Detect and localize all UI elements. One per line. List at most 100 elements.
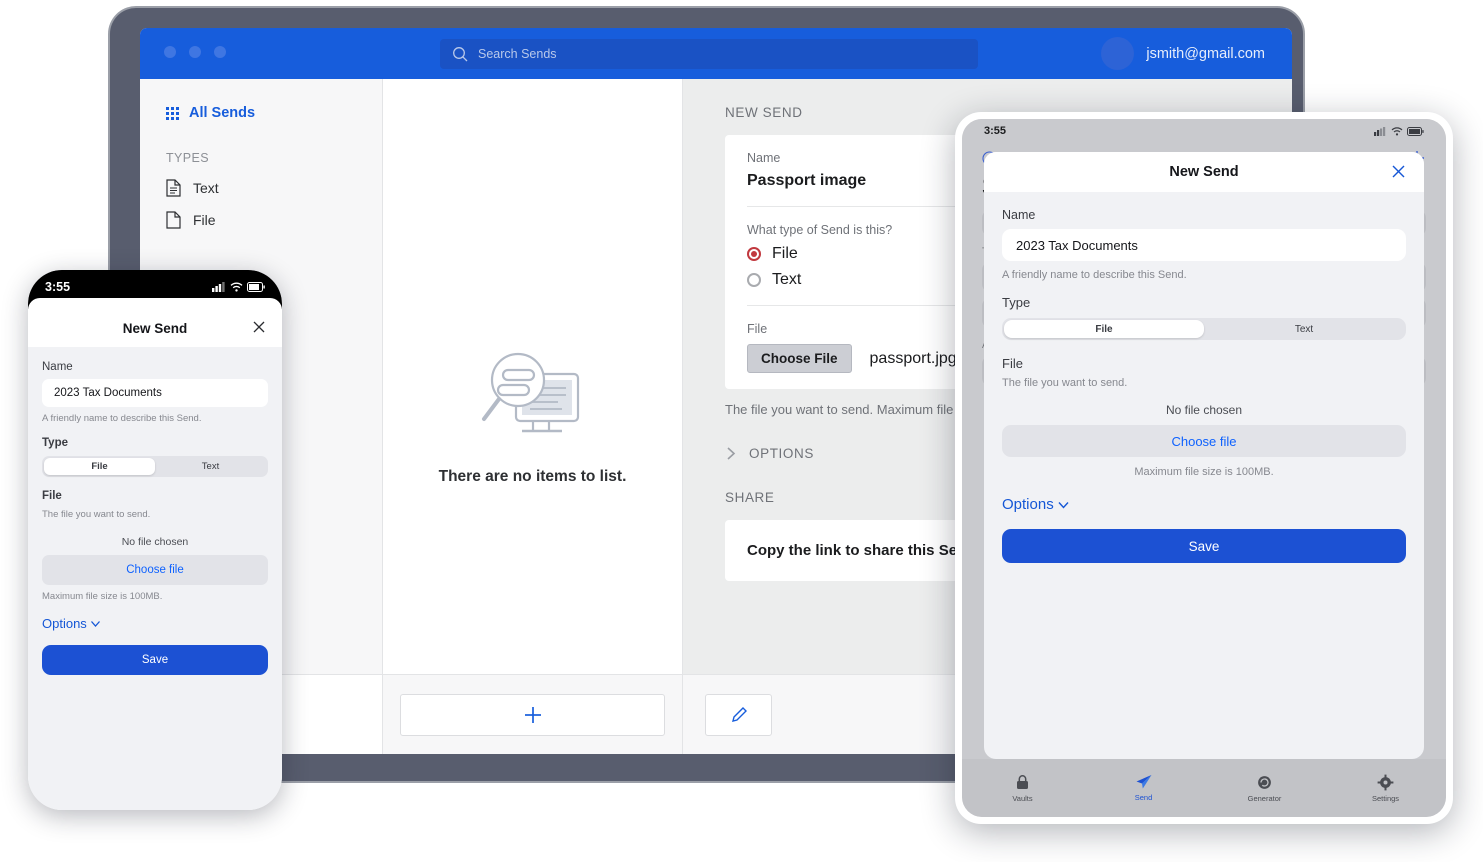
tablet-new-send-modal: New Send Name 2023 Tax Documents A frien… (984, 152, 1424, 759)
radio-file-label: File (772, 245, 798, 262)
tablet-type-segment-text[interactable]: Text (1204, 320, 1404, 338)
tablet-tab-label: Generator (1247, 793, 1282, 803)
account-email: jsmith@gmail.com (1146, 45, 1265, 62)
empty-state-message: There are no items to list. (438, 467, 627, 485)
tablet-name-helper: A friendly name to describe this Send. (1002, 269, 1187, 281)
phone-options-toggle[interactable]: Options (42, 616, 268, 631)
tablet-choose-file-button[interactable]: Choose file (1002, 425, 1406, 457)
wifi-icon (1391, 126, 1403, 135)
list-footer (383, 674, 682, 754)
tablet-screen: 3:55 New Send Name 2023 Tax Documents A … (962, 119, 1446, 817)
tablet-max-size-text: Maximum file size is 100MB. (1134, 466, 1274, 478)
radio-file-indicator (747, 247, 761, 261)
refresh-circle-icon (1258, 775, 1271, 789)
tablet-tab-generator[interactable]: Generator (1204, 774, 1325, 803)
avatar (1101, 37, 1135, 70)
text-file-icon (166, 179, 181, 197)
empty-state-illustration (482, 352, 580, 432)
sidebar-item-label: File (193, 212, 216, 228)
tablet-name-input[interactable]: 2023 Tax Documents (1002, 229, 1406, 261)
battery-icon (247, 281, 265, 292)
phone-options-label: Options (42, 616, 87, 631)
cellular-signal-icon (212, 281, 225, 292)
sidebar-item-all-sends[interactable]: All Sends (140, 105, 382, 121)
phone-modal-title: New Send (122, 320, 188, 336)
tablet-tab-label: Vaults (1012, 793, 1033, 803)
chevron-down-icon (90, 621, 100, 627)
tablet-tab-label: Settings (1371, 793, 1400, 803)
lock-icon (1017, 774, 1028, 789)
radio-text-indicator (747, 273, 761, 287)
tablet-file-helper: The file you want to send. (1002, 377, 1128, 389)
tablet-type-segment-file[interactable]: File (1004, 320, 1204, 338)
tablet-status-bar: 3:55 (962, 119, 1446, 143)
choose-file-button[interactable]: Choose File (747, 344, 852, 373)
tablet-tab-bar: Vaults Send Generator Settings (962, 759, 1446, 817)
tablet-type-segmented-control[interactable]: File Text (1002, 318, 1406, 340)
tablet-device-frame: 3:55 New Send Name 2023 Tax Documents A … (955, 112, 1453, 824)
tablet-tab-settings[interactable]: Settings (1325, 774, 1446, 803)
account-menu[interactable]: jsmith@gmail.com (1101, 37, 1265, 70)
phone-modal-header: New Send (28, 309, 282, 347)
chevron-right-icon (727, 447, 736, 460)
phone-save-button[interactable]: Save (42, 645, 268, 675)
phone-file-helper: The file you want to send. (42, 509, 151, 520)
tablet-modal-body: Name 2023 Tax Documents A friendly name … (984, 192, 1424, 563)
chevron-down-icon (1058, 502, 1069, 509)
sidebar-item-file[interactable]: File (140, 211, 382, 229)
tablet-close-button[interactable] (1391, 164, 1406, 184)
phone-status-indicators (212, 281, 265, 292)
maximize-window-dot[interactable] (214, 46, 226, 58)
tablet-no-file-text: No file chosen (1165, 403, 1243, 417)
phone-no-file-text: No file chosen (121, 536, 189, 548)
pencil-icon (731, 706, 747, 722)
plus-icon (524, 706, 541, 723)
phone-status-time: 3:55 (45, 279, 71, 294)
sidebar-item-label: All Sends (189, 105, 256, 121)
phone-device-frame: 3:55 New Send Name 2023 Tax Documents A … (28, 270, 282, 810)
edit-send-button[interactable] (705, 693, 772, 736)
phone-close-button[interactable] (252, 320, 266, 339)
search-icon (453, 46, 468, 61)
sidebar-item-label: Text (193, 180, 219, 196)
phone-choose-file-button[interactable]: Choose file (42, 555, 268, 585)
chosen-file-name: passport.jpg (869, 349, 957, 367)
phone-name-input[interactable]: 2023 Tax Documents (42, 379, 268, 407)
gear-icon (1377, 774, 1394, 790)
tablet-options-toggle[interactable]: Options (1002, 496, 1406, 513)
tablet-tab-vaults[interactable]: Vaults (962, 774, 1083, 803)
paper-plane-icon (1136, 775, 1151, 789)
window-traffic-lights[interactable] (164, 46, 226, 58)
screenshot-stage: Search Sends jsmith@gmail.com All Sends … (0, 0, 1483, 862)
wifi-icon (230, 282, 243, 292)
phone-modal-body: Name 2023 Tax Documents A friendly name … (28, 347, 282, 810)
tablet-modal-title: New Send (1169, 164, 1239, 180)
phone-type-segmented-control[interactable]: File Text (42, 456, 268, 477)
search-placeholder: Search Sends (478, 47, 557, 61)
tablet-modal-header: New Send (984, 152, 1424, 192)
tablet-save-button[interactable]: Save (1002, 529, 1406, 563)
tablet-status-indicators (1374, 126, 1424, 136)
phone-file-label: File (42, 490, 62, 502)
radio-text-label: Text (772, 271, 802, 288)
phone-type-segment-text[interactable]: Text (155, 458, 266, 475)
close-icon (1392, 165, 1405, 178)
phone-type-label: Type (42, 437, 68, 449)
close-icon (253, 321, 265, 333)
minimize-window-dot[interactable] (189, 46, 201, 58)
cellular-signal-icon (1374, 126, 1386, 136)
tablet-tab-send[interactable]: Send (1083, 774, 1204, 802)
phone-name-helper: A friendly name to describe this Send. (42, 413, 202, 424)
tablet-type-label: Type (1002, 295, 1031, 310)
phone-type-segment-file[interactable]: File (44, 458, 155, 475)
close-window-dot[interactable] (164, 46, 176, 58)
battery-icon (1407, 126, 1424, 136)
tablet-status-time: 3:55 (984, 125, 1007, 137)
tablet-options-label: Options (1002, 496, 1054, 513)
add-send-button[interactable] (400, 693, 665, 736)
sidebar-item-text[interactable]: Text (140, 179, 382, 197)
tablet-tab-label: Send (1134, 793, 1153, 802)
tablet-file-label: File (1002, 356, 1023, 371)
phone-max-size-text: Maximum file size is 100MB. (42, 591, 163, 602)
search-input[interactable]: Search Sends (440, 39, 978, 69)
